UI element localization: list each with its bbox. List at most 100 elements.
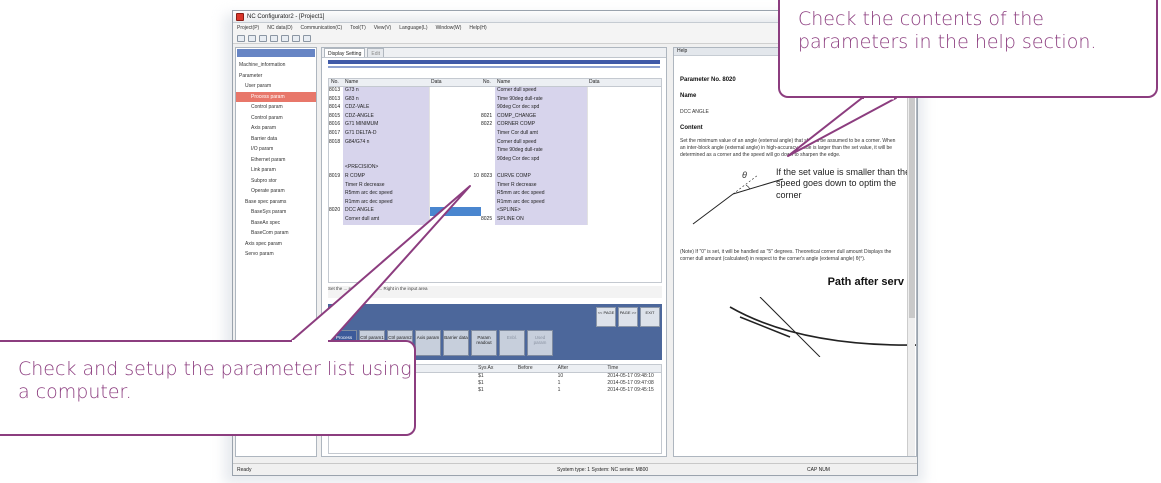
value-cell-filled[interactable]: 10 — [429, 172, 481, 182]
value-cell[interactable] — [587, 112, 647, 122]
tab-edit[interactable]: Edit — [367, 48, 384, 57]
function-key[interactable]: Param readout — [471, 330, 497, 356]
table-row[interactable]: 8017 G71 DELTA-D Timer Cor dull amt — [329, 129, 661, 139]
menu-item[interactable]: Project(P) — [237, 25, 259, 31]
menu-item[interactable]: Communication(C) — [301, 25, 343, 31]
tree-item[interactable]: Ethernet param — [236, 155, 316, 166]
function-key[interactable]: Enbl. — [499, 330, 525, 356]
value-cell[interactable] — [429, 207, 481, 216]
menu-item[interactable]: Help(H) — [469, 25, 486, 31]
tree-item[interactable]: Control param — [236, 102, 316, 113]
tree-item[interactable]: User param — [236, 81, 316, 92]
function-key[interactable]: Barrier data — [443, 330, 469, 356]
value-cell[interactable] — [429, 215, 481, 225]
new-icon[interactable] — [237, 34, 245, 42]
value-cell[interactable] — [429, 129, 481, 139]
tree-item[interactable]: Machine_information — [236, 60, 316, 71]
tree-item[interactable]: I/O param — [236, 144, 316, 155]
table-row[interactable]: 8016 G71 MINIMUM 8022 CORNER COMP — [329, 121, 661, 130]
tree-item[interactable]: Parameter — [236, 71, 316, 82]
table-row[interactable]: 8019 R COMP 10 8023 CURVE COMP — [329, 172, 661, 182]
value-cell[interactable] — [429, 190, 481, 199]
value-cell[interactable] — [429, 164, 481, 173]
value-cell[interactable] — [587, 181, 647, 191]
table-row[interactable]: 8020 DCC ANGLE <SPLINE> — [329, 207, 661, 216]
value-cell[interactable] — [429, 112, 481, 122]
tree-item[interactable]: Axis spec param — [236, 239, 316, 250]
function-key[interactable]: Used param — [527, 330, 553, 356]
help-scroll-thumb[interactable] — [909, 88, 915, 318]
table-row[interactable]: Corner dull amt 8025 SPLINE ON — [329, 215, 661, 225]
table-row[interactable]: 8014 CDZ-VALE 90deg Cor dec spd — [329, 104, 661, 113]
function-key[interactable]: Axis param — [415, 330, 441, 356]
help-icon[interactable] — [303, 34, 311, 42]
save-icon[interactable] — [259, 34, 267, 42]
value-cell[interactable] — [429, 121, 481, 130]
menu-item[interactable]: NC data(D) — [267, 25, 292, 31]
cell-name2: Time 90deg dull-rate — [495, 147, 587, 156]
tree-item[interactable]: Control param — [236, 113, 316, 124]
table-row[interactable]: R1mm arc dec speed R1mm arc dec speed — [329, 198, 661, 208]
value-cell[interactable] — [429, 155, 481, 165]
tree-item[interactable]: Base spec params — [236, 197, 316, 208]
value-cell[interactable] — [587, 155, 647, 165]
page-nav-button[interactable]: << PAGE — [596, 307, 616, 327]
table-row[interactable]: 90deg Cor dec spd — [329, 155, 661, 165]
value-cell[interactable] — [587, 129, 647, 139]
menu-item[interactable]: View(V) — [374, 25, 391, 31]
copy-icon[interactable] — [270, 34, 278, 42]
print-icon[interactable] — [292, 34, 300, 42]
tree-item[interactable]: BaseCom param — [236, 228, 316, 239]
value-cell[interactable] — [587, 87, 647, 96]
value-cell[interactable] — [587, 138, 647, 148]
value-cell[interactable] — [587, 172, 647, 182]
open-icon[interactable] — [248, 34, 256, 42]
value-cell[interactable] — [587, 147, 647, 156]
tree-item[interactable]: Axis param — [236, 123, 316, 134]
tree-item[interactable]: BaseAx spec — [236, 218, 316, 229]
cell-no: 8019 — [329, 172, 343, 182]
table-row[interactable]: 8013 G83 n Time 90deg dull-rate — [329, 95, 661, 105]
tree-item[interactable]: BaseSys param — [236, 207, 316, 218]
tree-item[interactable]: Link param — [236, 165, 316, 176]
value-cell[interactable] — [429, 104, 481, 113]
tree-item[interactable]: Process param — [236, 91, 316, 102]
cell-no2 — [481, 147, 495, 156]
value-cell[interactable] — [429, 181, 481, 191]
tree-item[interactable]: Subpro stor — [236, 176, 316, 187]
value-cell[interactable] — [429, 95, 481, 105]
page-nav-button[interactable]: PAGE >> — [618, 307, 638, 327]
table-row[interactable]: 8013 G73 n Corner dull speed — [329, 87, 661, 96]
cell-name2: CORNER COMP — [495, 121, 587, 130]
cell-name: CDZ-VALE — [343, 104, 429, 113]
value-cell[interactable] — [587, 104, 647, 113]
value-cell[interactable] — [587, 207, 647, 216]
value-cell[interactable] — [429, 147, 481, 156]
tree-item[interactable]: Barrier data — [236, 134, 316, 145]
table-row[interactable]: R5mm arc dec speed R5mm arc dec speed — [329, 190, 661, 199]
header-band — [328, 60, 660, 64]
table-row[interactable]: 8015 CDZ-ANGLE 8021 COMP_CHANGE — [329, 112, 661, 122]
table-row[interactable]: Timer R decrease Timer R decrease — [329, 181, 661, 191]
menu-item[interactable]: Window(W) — [436, 25, 462, 31]
value-cell[interactable] — [587, 121, 647, 130]
tree-item[interactable]: Operate param — [236, 186, 316, 197]
value-cell[interactable] — [429, 87, 481, 96]
value-cell[interactable] — [587, 198, 647, 208]
table-row[interactable]: <PRECISION> — [329, 164, 661, 173]
value-cell[interactable] — [587, 164, 647, 173]
value-cell[interactable] — [587, 190, 647, 199]
menu-item[interactable]: Tool(T) — [350, 25, 366, 31]
paste-icon[interactable] — [281, 34, 289, 42]
tree-item[interactable]: Servo param — [236, 249, 316, 260]
value-cell[interactable] — [429, 138, 481, 148]
help-scrollbar[interactable] — [907, 58, 915, 456]
value-cell[interactable] — [587, 215, 647, 225]
page-nav-button[interactable]: EXIT — [640, 307, 660, 327]
menu-item[interactable]: Language(L) — [399, 25, 427, 31]
value-cell[interactable] — [429, 198, 481, 208]
table-row[interactable]: Time 90deg dull-rate — [329, 147, 661, 156]
value-cell[interactable] — [587, 95, 647, 105]
tab-display-setting[interactable]: Display Setting — [324, 48, 366, 57]
table-row[interactable]: 8018 G84/G74 n Corner dull speed — [329, 138, 661, 148]
